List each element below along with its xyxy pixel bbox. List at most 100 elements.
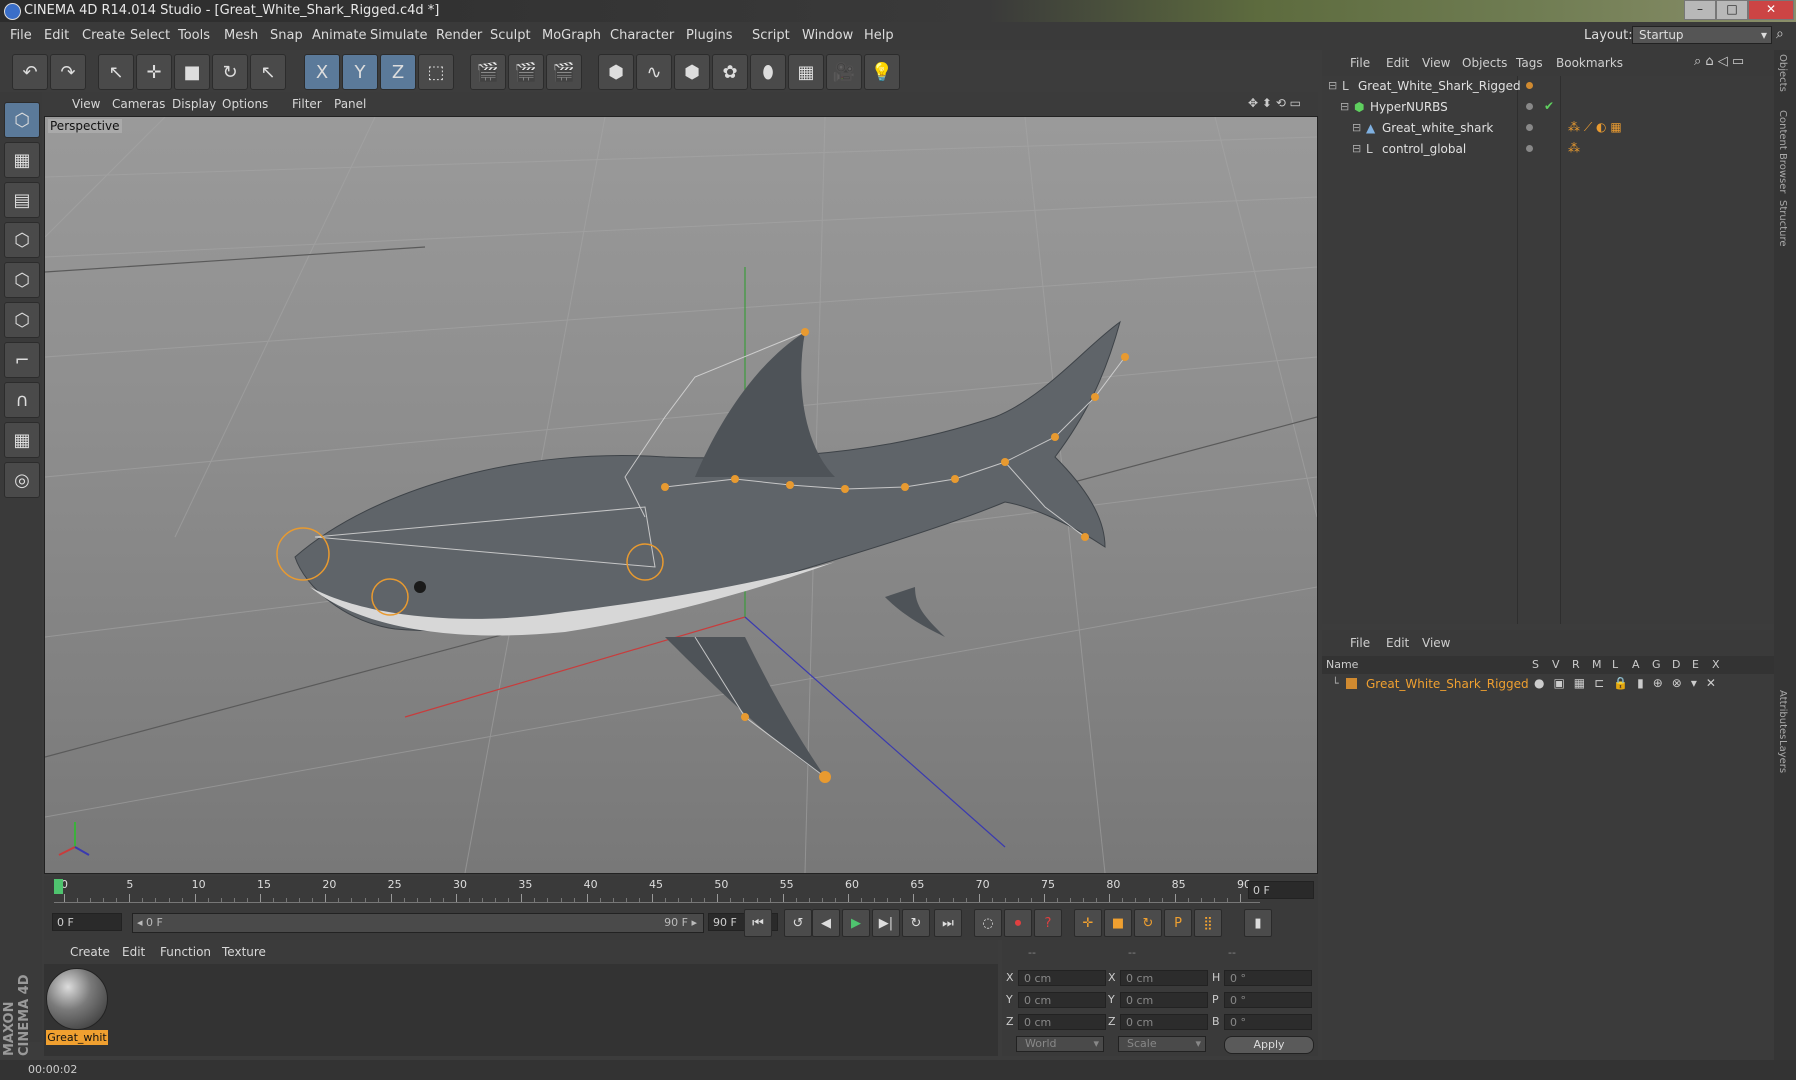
viewport-menu-filter[interactable]: Filter [292, 97, 322, 111]
coord-value-field[interactable]: 0 cm [1018, 1014, 1106, 1030]
shark-model[interactable] [276, 320, 1129, 783]
expand-toggle-icon[interactable]: ⊟ [1328, 79, 1337, 92]
visibility-dot-icon[interactable] [1526, 103, 1533, 110]
menu-edit[interactable]: Edit [44, 28, 69, 43]
menu-sculpt[interactable]: Sculpt [490, 28, 531, 43]
move-icon[interactable]: ✛ [136, 54, 172, 90]
coord-value-field[interactable]: 0 cm [1120, 970, 1208, 986]
menu-render[interactable]: Render [436, 28, 482, 43]
lock-workplane-icon[interactable]: ◎ [4, 462, 40, 498]
side-tab-layers[interactable]: Layers [1777, 740, 1788, 773]
points-mode-icon[interactable]: ⬡ [4, 222, 40, 258]
coord-value-field[interactable]: 0 cm [1018, 992, 1106, 1008]
menu-mograph[interactable]: MoGraph [542, 28, 601, 43]
move-key-icon[interactable]: ✛ [1074, 909, 1102, 937]
menu-script[interactable]: Script [752, 28, 790, 43]
render-view-icon[interactable]: 🎬 [470, 54, 506, 90]
material-menu-create[interactable]: Create [70, 945, 110, 959]
menu-mesh[interactable]: Mesh [224, 28, 258, 43]
side-tab-objects[interactable]: Objects [1777, 54, 1788, 92]
viewport-menu-panel[interactable]: Panel [334, 97, 366, 111]
object-menu-objects[interactable]: Objects [1462, 56, 1507, 70]
object-name[interactable]: Great_white_shark [1382, 121, 1493, 135]
coord-value-field[interactable]: 0 ° [1224, 970, 1312, 986]
menu-animate[interactable]: Animate [312, 28, 366, 43]
layer-row[interactable]: └ Great_White_Shark_Rigged ●▣▦⊏🔒▮⊕⊗▾✕ [1322, 674, 1774, 694]
menu-create[interactable]: Create [82, 28, 125, 43]
pla-key-icon[interactable]: ⣿ [1194, 909, 1222, 937]
axis-mode-icon[interactable]: ⌐ [4, 342, 40, 378]
autokey-icon[interactable]: ◌ [974, 909, 1002, 937]
menu-character[interactable]: Character [610, 28, 674, 43]
edges-mode-icon[interactable]: ⬡ [4, 262, 40, 298]
object-name[interactable]: Great_White_Shark_Rigged [1358, 79, 1521, 93]
side-tab-content-browser[interactable]: Content Browser [1777, 110, 1788, 193]
side-tab-structure[interactable]: Structure [1777, 200, 1788, 247]
expand-toggle-icon[interactable]: ⊟ [1340, 100, 1349, 113]
perspective-viewport[interactable]: Perspective [44, 116, 1318, 874]
timeline-ruler[interactable]: 0 5 10 15 20 25 30 35 40 45 50 55 60 65 70 75 80 85 90 0 F [44, 876, 1318, 904]
workplane-mode-icon[interactable]: ▤ [4, 182, 40, 218]
magnet-icon[interactable]: ∩ [4, 382, 40, 418]
param-key-icon[interactable]: P [1164, 909, 1192, 937]
model-mode-icon[interactable]: ⬡ [4, 102, 40, 138]
viewport-menu-view[interactable]: View [72, 97, 100, 111]
coord-transform-dropdown[interactable]: Scale ▾ [1118, 1036, 1206, 1052]
menu-select[interactable]: Select [130, 28, 170, 43]
go-to-end-icon[interactable]: ⏭ [934, 909, 962, 937]
scale-key-icon[interactable]: ■ [1104, 909, 1132, 937]
menu-window[interactable]: Window [802, 28, 853, 43]
cube-icon[interactable]: ⬢ [598, 54, 634, 90]
x-axis-icon[interactable]: X [304, 54, 340, 90]
object-name[interactable]: control_global [1382, 142, 1466, 156]
coord-value-field[interactable]: 0 cm [1018, 970, 1106, 986]
material-menu-function[interactable]: Function [160, 945, 211, 959]
viewport-menu-display[interactable]: Display [172, 97, 216, 111]
select-live-icon[interactable]: ↖ [98, 54, 134, 90]
side-tab-attributes[interactable]: Attributes [1777, 690, 1788, 739]
loop-icon[interactable]: ↻ [902, 909, 930, 937]
help-icon[interactable]: ? [1034, 909, 1062, 937]
object-tags-icons[interactable]: ⁂ ⟋ ◐ ▦ [1568, 120, 1622, 135]
menu-simulate[interactable]: Simulate [370, 28, 427, 43]
object-menu-edit[interactable]: Edit [1386, 56, 1409, 70]
rotate-key-icon[interactable]: ↻ [1134, 909, 1162, 937]
play-backward-icon[interactable]: ◀ [812, 909, 840, 937]
coord-value-field[interactable]: 0 cm [1120, 1014, 1208, 1030]
layer-menu-view[interactable]: View [1422, 636, 1450, 650]
preview-range-slider[interactable]: ◂ 0 F 90 F ▸ [132, 913, 704, 933]
next-key-icon[interactable]: ▶| [872, 909, 900, 937]
viewport-menu-cameras[interactable]: Cameras [112, 97, 165, 111]
expand-toggle-icon[interactable]: ⊟ [1352, 121, 1361, 134]
search-icon[interactable]: ⌕ [1776, 26, 1784, 42]
grid-snap-icon[interactable]: ▦ [4, 422, 40, 458]
render-picture-viewer-icon[interactable]: 🎬 [508, 54, 544, 90]
object-menu-file[interactable]: File [1350, 56, 1370, 70]
play-forward-icon[interactable]: ▶ [842, 909, 870, 937]
render-settings-icon[interactable]: 🎬 [546, 54, 582, 90]
object-row[interactable]: ⊟ ▲ Great_white_shark ⁂ ⟋ ◐ ▦ [1322, 118, 1774, 139]
z-axis-icon[interactable]: Z [380, 54, 416, 90]
spline-icon[interactable]: ∿ [636, 54, 672, 90]
viewport-nav-icons[interactable]: ✥ ⬍ ⟲ ▭ [1248, 96, 1301, 110]
enabled-check-icon[interactable]: ✔ [1544, 99, 1554, 113]
record-icon[interactable]: ⏺ [1004, 909, 1032, 937]
layout-dropdown[interactable]: Startup ▾ [1632, 26, 1772, 44]
camera-icon[interactable]: 🎥 [826, 54, 862, 90]
menu-file[interactable]: File [10, 28, 32, 43]
coordinate-system-icon[interactable]: ⬚ [418, 54, 454, 90]
object-menu-view[interactable]: View [1422, 56, 1450, 70]
object-manager-nav-icons[interactable]: ⌕ ⌂ ◁ ▭ [1694, 54, 1744, 69]
object-menu-bookmarks[interactable]: Bookmarks [1556, 56, 1623, 70]
start-frame-field[interactable]: 0 F [52, 913, 122, 931]
layer-menu-edit[interactable]: Edit [1386, 636, 1409, 650]
rotate-icon[interactable]: ↻ [212, 54, 248, 90]
visibility-dot-icon[interactable] [1526, 82, 1533, 89]
light-icon[interactable]: 💡 [864, 54, 900, 90]
undo-icon[interactable]: ↶ [12, 54, 48, 90]
texture-mode-icon[interactable]: ▦ [4, 142, 40, 178]
visibility-dot-icon[interactable] [1526, 145, 1533, 152]
coord-value-field[interactable]: 0 ° [1224, 1014, 1312, 1030]
coord-value-field[interactable]: 0 ° [1224, 992, 1312, 1008]
coord-value-field[interactable]: 0 cm [1120, 992, 1208, 1008]
